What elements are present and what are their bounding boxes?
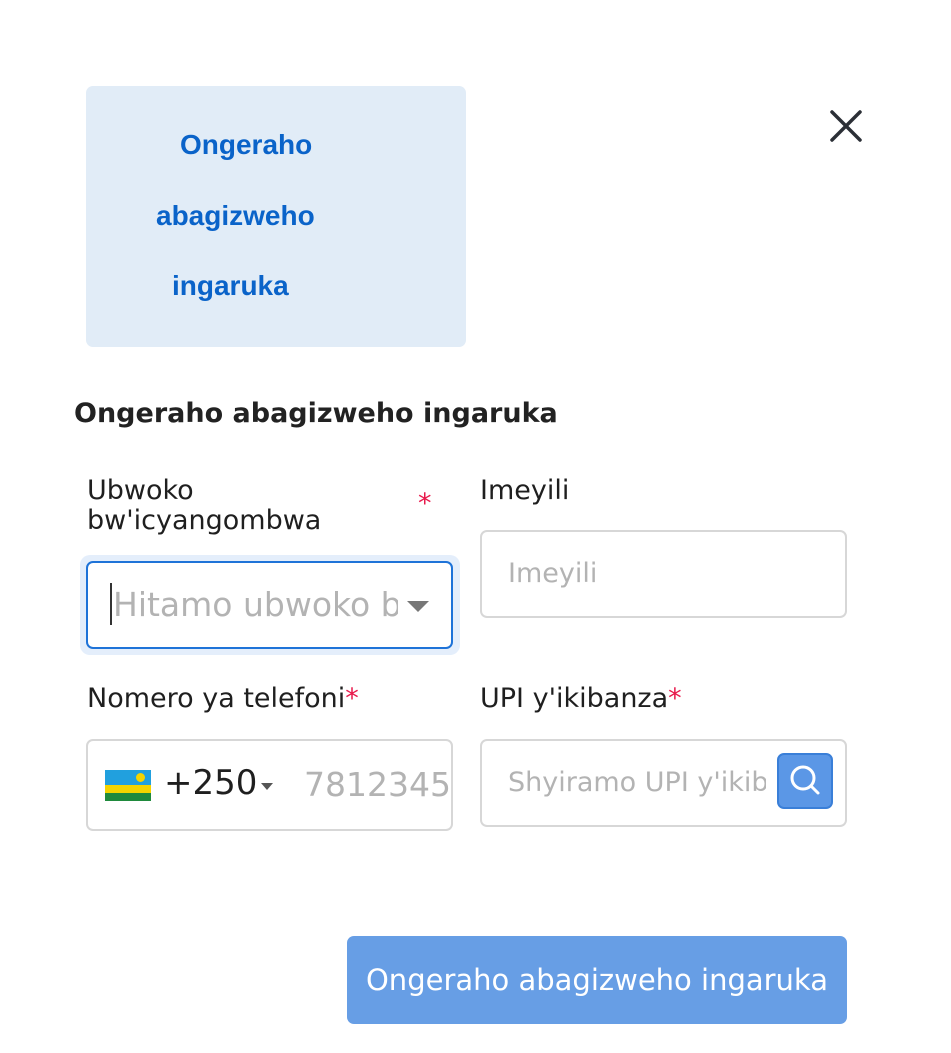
- form-title: Ongeraho abagizweho ingaruka: [74, 398, 558, 429]
- country-dropdown-icon[interactable]: [261, 783, 273, 790]
- phone-label: Nomero ya telefoni*: [87, 684, 359, 714]
- permit-type-placeholder: Hitamo ubwoko bw: [113, 585, 398, 624]
- phone-required-mark: *: [345, 683, 359, 714]
- email-placeholder: Imeyili: [508, 558, 598, 589]
- permit-type-select[interactable]: Hitamo ubwoko bw: [86, 561, 453, 649]
- upi-required-mark: *: [668, 683, 682, 714]
- email-field[interactable]: Imeyili: [480, 530, 847, 618]
- email-label: Imeyili: [480, 475, 570, 506]
- upi-label-text: UPI y'ikibanza: [480, 683, 669, 714]
- permit-type-label-line-2: bw'icyangombwa: [87, 505, 322, 536]
- permit-type-required-mark: *: [418, 488, 432, 519]
- tab-add-affected-parties[interactable]: Ongeraho abagizweho ingaruka: [86, 86, 466, 347]
- upi-field[interactable]: Shyiramo UPI y'ikib: [480, 739, 847, 827]
- phone-label-text: Nomero ya telefoni: [87, 683, 346, 714]
- upi-placeholder: Shyiramo UPI y'ikib: [508, 767, 766, 798]
- phone-field[interactable]: +250 7812345: [86, 739, 453, 831]
- tab-title-line-2: abagizweho: [156, 200, 315, 231]
- tab-title-line-3: ingaruka: [172, 270, 289, 301]
- upi-label: UPI y'ikibanza*: [480, 684, 682, 714]
- upi-search-button[interactable]: [777, 753, 833, 809]
- close-icon: [830, 110, 862, 142]
- close-button[interactable]: [826, 106, 866, 146]
- country-code[interactable]: +250: [164, 763, 257, 803]
- phone-placeholder: 7812345: [304, 765, 451, 804]
- permit-type-label-line-1: Ubwoko: [87, 475, 194, 506]
- text-caret: [110, 583, 112, 625]
- search-icon: [790, 765, 820, 795]
- chevron-down-icon: [407, 601, 429, 612]
- rwanda-flag-icon[interactable]: [105, 770, 151, 801]
- submit-button[interactable]: Ongeraho abagizweho ingaruka: [347, 936, 847, 1024]
- tab-title-line-1: Ongeraho: [180, 129, 313, 160]
